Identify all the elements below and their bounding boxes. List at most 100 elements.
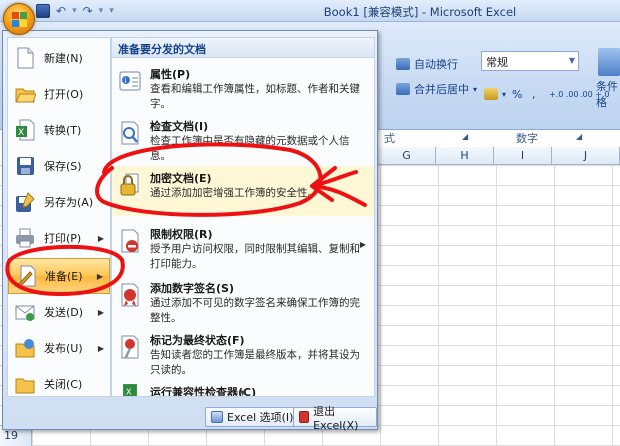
scroll-down-icon[interactable]: ▼ — [240, 389, 245, 396]
title-bar: ↶ ▾ ↷ ▾ ▾ Book1 [兼容模式] - Microsoft Excel — [0, 0, 620, 22]
menu-item-print[interactable]: 打印(P) ▶ — [8, 220, 110, 256]
svg-text:X: X — [126, 386, 132, 396]
submenu-item-title: 标记为最终状态(F) — [150, 334, 245, 347]
comma-button[interactable]: , — [528, 84, 540, 104]
excel-options-label: Excel 选项(I) — [227, 411, 294, 424]
submenu-item-inspect[interactable]: 检查文档(I) 检查工作簿中是否有隐藏的元数据或个人信息。 — [112, 114, 374, 164]
accounting-format-button[interactable]: ▾ — [480, 84, 510, 104]
compatibility-checker-icon: X — [123, 384, 137, 396]
submenu-item-description: 查看和编辑工作簿属性，如标题、作者和关键字。 — [150, 83, 360, 110]
menu-item-publish[interactable]: 发布(U) ▶ — [8, 330, 110, 366]
menu-item-label: 发送(D) — [44, 306, 84, 319]
percent-label: % — [512, 87, 523, 101]
mark-final-icon — [121, 335, 139, 359]
submenu-item-title: 加密文档(E) — [150, 172, 212, 185]
increase-decimal-label: +.0 .00 — [549, 89, 579, 99]
menu-item-new[interactable]: 新建(N) — [8, 40, 110, 76]
alignment-group-label: 式 — [384, 132, 395, 145]
encrypt-lock-icon — [120, 173, 139, 196]
chevron-right-icon: ▶ — [96, 271, 103, 281]
open-folder-icon — [15, 88, 36, 103]
excel-options-button[interactable]: Excel 选项(I) — [205, 407, 300, 427]
publish-icon — [15, 339, 35, 358]
number-group-label: 数字 — [516, 132, 538, 145]
exit-excel-button[interactable]: 退出 Excel(X) — [293, 405, 377, 432]
office-logo-icon — [12, 12, 28, 28]
office-menu: 新建(N) 打开(O) X 转换(T) 保存(S) 另存为(A) 打印(P) ▶… — [2, 30, 378, 432]
submenu-item-title: 限制权限(R) — [150, 228, 213, 241]
save-disk-icon — [17, 157, 34, 175]
submenu-item-title: 添加数字签名(S) — [150, 282, 234, 295]
conditional-format-label[interactable]: 条件格 — [596, 78, 620, 110]
menu-item-convert[interactable]: X 转换(T) — [8, 112, 110, 148]
number-dialog-launcher-icon[interactable]: ◢ — [576, 132, 582, 141]
column-header-j[interactable]: J — [552, 147, 620, 165]
conditional-format-icon[interactable] — [598, 48, 620, 76]
chevron-right-icon: ▶ — [97, 343, 104, 353]
window-title: Book1 [兼容模式] - Microsoft Excel — [323, 5, 517, 19]
menu-item-save[interactable]: 保存(S) — [8, 148, 110, 184]
prepare-icon — [17, 265, 36, 288]
new-document-icon — [17, 47, 34, 69]
currency-icon — [484, 88, 498, 100]
merge-dropdown-icon[interactable]: ▾ — [473, 85, 477, 94]
number-format-dropdown[interactable]: 常规 ▼ — [481, 51, 579, 71]
percent-button[interactable]: % — [508, 84, 526, 104]
menu-item-label: 保存(S) — [44, 160, 82, 173]
inspect-document-icon — [121, 121, 139, 145]
comma-label: , — [532, 87, 536, 101]
exit-excel-label: 退出 Excel(X) — [313, 404, 359, 432]
save-as-icon — [16, 192, 35, 212]
chevron-down-icon[interactable]: ▼ — [569, 56, 575, 65]
submenu-item-description: 授予用户访问权限，同时限制其编辑、复制和打印能力。 — [150, 243, 360, 270]
submenu-item-description: 通过添加不可见的数字签名来确保工作簿的完整性。 — [150, 297, 360, 324]
submenu-item-digital-signature[interactable]: 添加数字签名(S) 通过添加不可见的数字签名来确保工作簿的完整性。 — [112, 276, 374, 326]
number-format-value: 常规 — [486, 56, 508, 69]
column-header-h[interactable]: H — [436, 147, 494, 165]
menu-item-label: 转换(T) — [44, 124, 82, 137]
wrap-text-button[interactable]: 自动换行 — [392, 54, 462, 74]
restrict-permission-icon — [121, 229, 139, 253]
column-header-g[interactable]: G — [378, 147, 436, 165]
submenu-item-encrypt[interactable]: 加密文档(E) 通过添加加密增强工作簿的安全性。 — [112, 166, 374, 216]
merge-center-button[interactable]: 合并后居中 ▾ — [392, 79, 481, 99]
wrap-text-icon — [396, 58, 410, 70]
menu-item-open[interactable]: 打开(O) — [8, 76, 110, 112]
menu-item-send[interactable]: 发送(D) ▶ — [8, 294, 110, 330]
menu-item-label: 打开(O) — [44, 88, 84, 101]
submenu-item-properties[interactable]: i 属性(P) 查看和编辑工作簿属性，如标题、作者和关键字。 — [112, 62, 374, 112]
svg-text:i: i — [125, 77, 127, 85]
office-button[interactable] — [3, 3, 35, 35]
menu-item-label: 发布(U) — [44, 342, 83, 355]
chevron-right-icon: ▶ — [359, 240, 366, 249]
submenu-item-description: 检查工作簿中是否有隐藏的元数据或个人信息。 — [150, 135, 350, 162]
chevron-right-icon: ▶ — [97, 233, 104, 243]
close-icon — [299, 411, 310, 423]
column-header-i[interactable]: I — [494, 147, 552, 165]
menu-item-close[interactable]: 关闭(C) — [8, 366, 110, 402]
menu-item-label: 打印(P) — [44, 232, 82, 245]
submenu-item-mark-final[interactable]: 标记为最终状态(F) 告知读者您的工作簿是最终版本，并将其设为只读的。 — [112, 328, 374, 378]
submenu-item-description: 通过添加加密增强工作簿的安全性。 — [150, 187, 318, 199]
menu-item-save-as[interactable]: 另存为(A) — [8, 184, 110, 220]
convert-icon: X — [16, 119, 35, 141]
menu-item-label: 关闭(C) — [44, 378, 83, 391]
svg-text:X: X — [18, 128, 24, 138]
merge-center-icon — [396, 83, 410, 95]
close-folder-icon — [15, 378, 35, 394]
submenu-item-title: 检查文档(I) — [150, 120, 209, 133]
menu-item-prepare[interactable]: 准备(E) ▶ — [8, 258, 110, 294]
wrap-text-label: 自动换行 — [414, 58, 458, 71]
prepare-submenu: 准备要分发的文档 i 属性(P) 查看和编辑工作簿属性，如标题、作者和关键字。 … — [111, 37, 375, 397]
menu-item-label: 另存为(A) — [44, 196, 94, 209]
submenu-item-title: 属性(P) — [150, 68, 191, 81]
send-icon — [15, 305, 35, 321]
printer-icon — [16, 228, 34, 248]
alignment-dialog-launcher-icon[interactable]: ◢ — [462, 132, 468, 141]
office-menu-commands: 新建(N) 打开(O) X 转换(T) 保存(S) 另存为(A) 打印(P) ▶… — [7, 37, 111, 397]
menu-item-label: 新建(N) — [44, 52, 83, 65]
options-icon — [211, 411, 223, 423]
submenu-item-restrict-permission[interactable]: 限制权限(R) 授予用户访问权限，同时限制其编辑、复制和打印能力。 ▶ — [112, 222, 374, 278]
submenu-item-description: 告知读者您的工作簿是最终版本，并将其设为只读的。 — [150, 349, 360, 376]
office-menu-footer: Excel 选项(I) 退出 Excel(X) — [3, 403, 377, 432]
